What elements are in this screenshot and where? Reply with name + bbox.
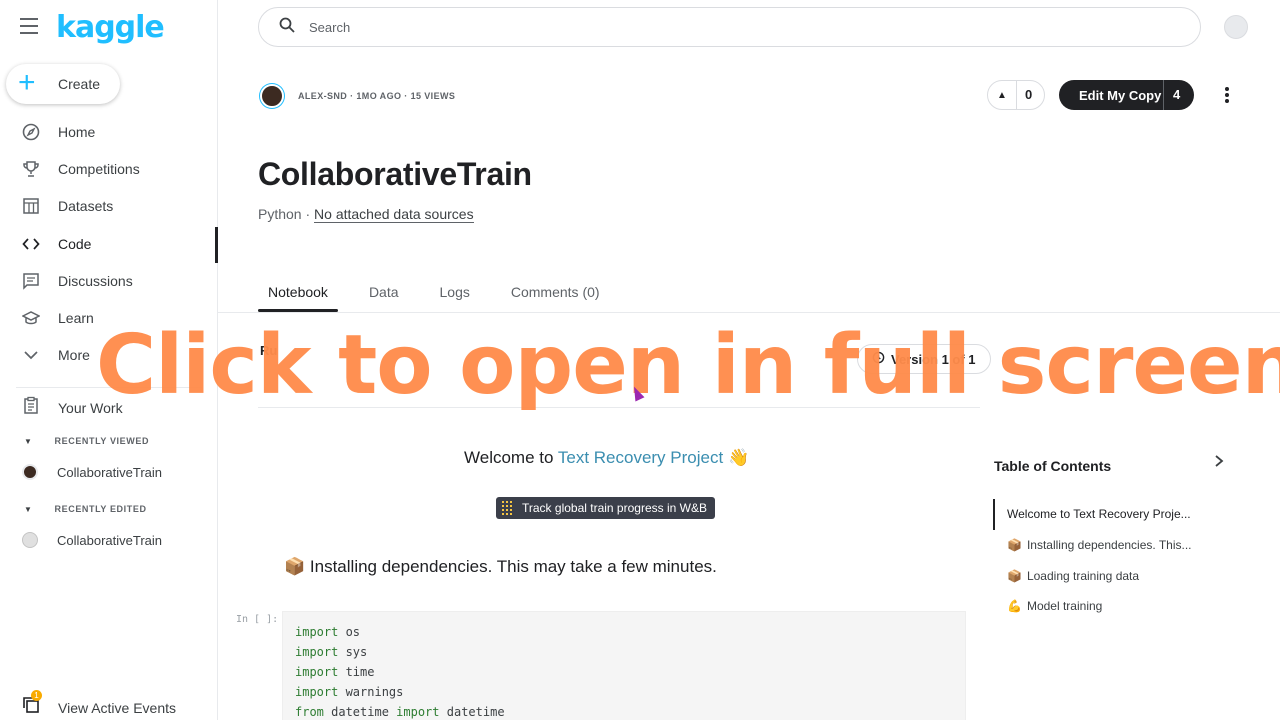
package-emoji: 📦 [1007,538,1022,553]
recently-viewed-item[interactable]: CollaborativeTrain [22,464,162,480]
avatar [22,532,38,548]
toc-item-label: Loading training data [1026,568,1140,583]
sidebar-item-label: Code [58,235,92,252]
sidebar-item-label: Learn [58,310,94,327]
code-line: import warnings [295,685,404,699]
project-link[interactable]: Text Recovery Project [558,448,723,467]
sidebar-item-label: More [58,347,90,364]
recent-item-label: CollaborativeTrain [57,464,163,480]
compass-icon [22,123,40,141]
sidebar-item-code[interactable]: Code [0,225,218,264]
wandb-badge[interactable]: Track global train progress in W&B [496,497,715,519]
sidebar-item-datasets[interactable]: Datasets [0,188,218,225]
sidebar-item-home[interactable]: Home [0,113,218,150]
menu-icon[interactable] [20,18,40,36]
notebook-meta: ALEX-SND · 1MO AGO · 15 VIEWS [298,91,456,101]
toc-item[interactable]: 📦 Installing dependencies. This... [993,530,1213,561]
welcome-prefix: Welcome to [464,448,558,467]
create-label: Create [58,76,101,92]
recently-viewed-label: RECENTLY VIEWED [54,436,150,446]
code-line: import time [295,665,375,679]
table-of-contents: Welcome to Text Recovery Proje... 📦 Insta… [993,499,1213,622]
wave-emoji: 👋 [727,448,750,467]
toc-item[interactable]: Welcome to Text Recovery Proje... [993,499,1213,530]
plus-icon: + [18,65,36,99]
tab-comments[interactable]: Comments (0) [501,282,610,312]
search-icon [279,17,295,38]
wandb-badge-label: Track global train progress in W&B [522,501,707,515]
notebook-subline: Python · No attached data sources [258,206,474,223]
tab-notebook[interactable]: Notebook [258,282,338,312]
code-line: from datetime import datetime [295,705,505,719]
recently-viewed-heading[interactable]: ▼ RECENTLY VIEWED [24,436,149,446]
more-options-icon[interactable] [1218,84,1236,106]
recently-edited-label: RECENTLY EDITED [54,504,147,514]
events-label: View Active Events [58,699,177,716]
search-input[interactable]: Search [258,7,1201,47]
notebook-tabs: Notebook Data Logs Comments (0) [258,282,631,312]
cell-prompt: In [ ]: [236,614,279,625]
toc-title: Table of Contents [994,458,1112,474]
avatar [22,464,38,480]
tabs-divider [218,312,1280,313]
kaggle-logo[interactable]: kaggle [56,10,165,45]
clipboard-icon [22,396,40,419]
chevron-right-icon[interactable] [1213,454,1225,473]
welcome-heading: Welcome to Text Recovery Project 👋 [464,448,749,468]
edit-count: 4 [1163,80,1180,110]
wandb-icon [502,501,514,515]
toc-item-label: Welcome to Text Recovery Proje... [1007,507,1191,522]
edit-my-copy-button[interactable]: Edit My Copy 4 [1059,80,1194,110]
sidebar-item-label: Home [58,123,96,140]
caret-down-icon: ▼ [24,504,33,514]
sidebar-item-label: Discussions [58,272,133,289]
chevron-down-icon [22,346,40,364]
search-placeholder: Search [309,19,351,35]
code-line: import sys [295,645,368,659]
data-sources-link[interactable]: No attached data sources [314,206,474,223]
muscle-emoji: 💪 [1007,599,1022,614]
recently-edited-item[interactable]: CollaborativeTrain [22,532,162,548]
table-icon [22,197,40,215]
fullscreen-overlay-text[interactable]: Click to open in full screen [96,318,1280,413]
recently-edited-heading[interactable]: ▼ RECENTLY EDITED [24,504,147,514]
upvote-button[interactable]: ▲ 0 [987,80,1045,110]
sidebar-item-discussions[interactable]: Discussions [0,262,218,299]
create-button[interactable]: + Create [6,64,120,104]
code-line: import os [295,625,361,639]
sidebar-item-label: Competitions [58,160,140,177]
toc-item-label: Model training [1026,599,1103,614]
package-emoji: 📦 [1007,568,1022,583]
chat-icon [22,272,40,290]
language-label: Python · [258,206,315,222]
sidebar-item-competitions[interactable]: Competitions [0,150,218,187]
toc-item[interactable]: 💪 Model training [993,591,1213,622]
caret-down-icon: ▼ [24,436,33,446]
arrow-up-icon[interactable]: ▲ [988,90,1016,101]
trophy-icon [22,160,40,178]
vote-count: 0 [1016,81,1032,109]
author-avatar[interactable] [260,84,284,108]
tab-data[interactable]: Data [359,282,409,312]
school-icon [22,309,40,327]
edit-label: Edit My Copy [1079,87,1162,103]
tab-logs[interactable]: Logs [430,282,480,312]
install-heading: 📦 Installing dependencies. This may take… [284,557,717,577]
view-active-events[interactable]: 1 View Active Events [22,690,177,719]
page-title: CollaborativeTrain [258,156,532,192]
events-badge: 1 [31,690,42,701]
sidebar-item-label: Datasets [58,198,114,215]
recent-item-label: CollaborativeTrain [57,532,163,548]
toc-item[interactable]: 📦 Loading training data [993,560,1213,591]
toc-item-label: Installing dependencies. This... [1026,538,1192,553]
code-icon [22,235,40,253]
package-emoji: 📦 [284,557,306,576]
code-cell[interactable]: import os import sys import time import … [282,611,966,720]
install-text: Installing dependencies. This may take a… [309,557,717,576]
user-avatar[interactable] [1224,15,1248,39]
